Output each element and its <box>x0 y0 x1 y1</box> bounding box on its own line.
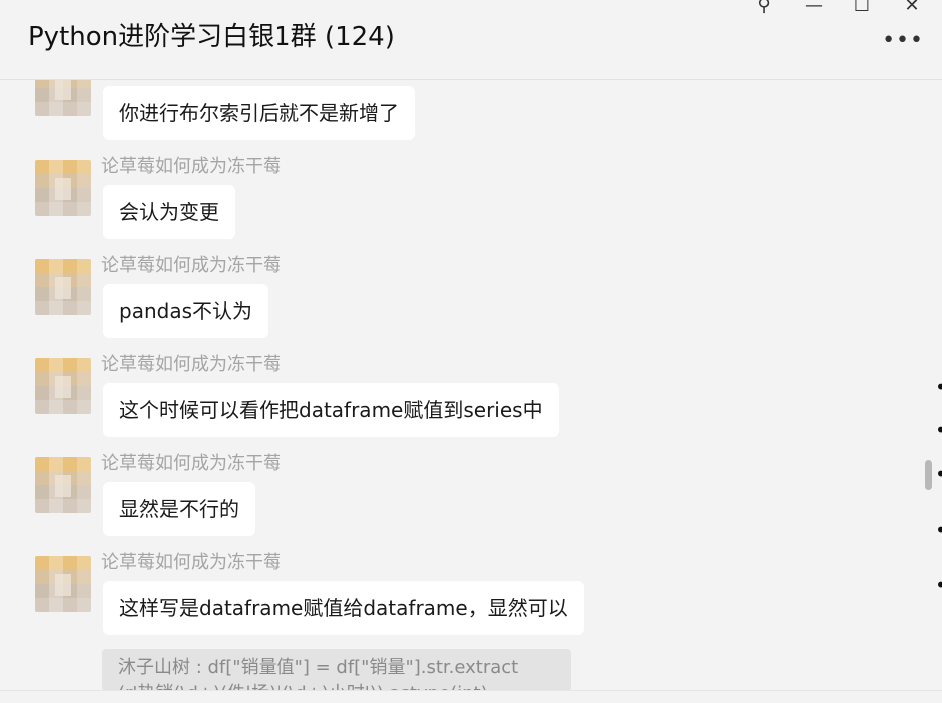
sender-name: 论草莓如何成为冻干莓 <box>101 354 281 375</box>
edge-fragment: • <box>935 375 942 399</box>
message-bubble[interactable]: 你进行布尔索引后就不是新增了 <box>103 86 415 140</box>
sender-name: 论草莓如何成为冻干莓 <box>101 156 281 177</box>
chat-header: Python进阶学习白银1群 (124) ⚲ — ☐ ✕ ••• <box>0 0 942 80</box>
message-bubble[interactable]: 会认为变更 <box>103 185 235 239</box>
chat-title: Python进阶学习白银1群 (124) <box>28 22 395 52</box>
quoted-message-text: 沐子山树 : df["销量值"] = df["销量"].str.extract(… <box>118 657 519 690</box>
pin-icon[interactable]: ⚲ <box>753 0 775 16</box>
maximize-icon[interactable]: ☐ <box>851 0 873 16</box>
avatar[interactable] <box>35 556 91 612</box>
message-bubble[interactable]: 显然是不行的 <box>103 482 255 536</box>
sender-name: 论草莓如何成为冻干莓 <box>101 552 281 573</box>
edge-fragment: • <box>935 573 942 597</box>
edge-fragment: • <box>935 462 942 486</box>
avatar[interactable] <box>35 80 91 116</box>
more-icon[interactable]: ••• <box>882 30 924 52</box>
quoted-message[interactable]: 沐子山树 : df["销量值"] = df["销量"].str.extract(… <box>102 649 571 690</box>
message-bubble[interactable]: pandas不认为 <box>103 284 268 338</box>
avatar[interactable] <box>35 160 91 216</box>
input-divider <box>0 690 942 703</box>
message-bubble[interactable]: 这样写是dataframe赋值给dataframe，显然可以 <box>103 581 584 635</box>
minimize-icon[interactable]: — <box>803 0 825 16</box>
avatar[interactable] <box>35 358 91 414</box>
edge-fragment: • <box>935 518 942 542</box>
close-icon[interactable]: ✕ <box>901 0 923 16</box>
sender-name: 论草莓如何成为冻干莓 <box>101 255 281 276</box>
message-list[interactable]: 你进行布尔索引后就不是新增了 论草莓如何成为冻干莓 会认为变更 论草莓如何成为冻… <box>0 80 925 690</box>
message-bubble[interactable]: 这个时候可以看作把dataframe赋值到series中 <box>103 383 559 437</box>
avatar[interactable] <box>35 259 91 315</box>
scrollbar-thumb[interactable] <box>925 460 932 490</box>
sender-name: 论草莓如何成为冻干莓 <box>101 453 281 474</box>
avatar[interactable] <box>35 457 91 513</box>
edge-fragment: • <box>935 418 942 442</box>
